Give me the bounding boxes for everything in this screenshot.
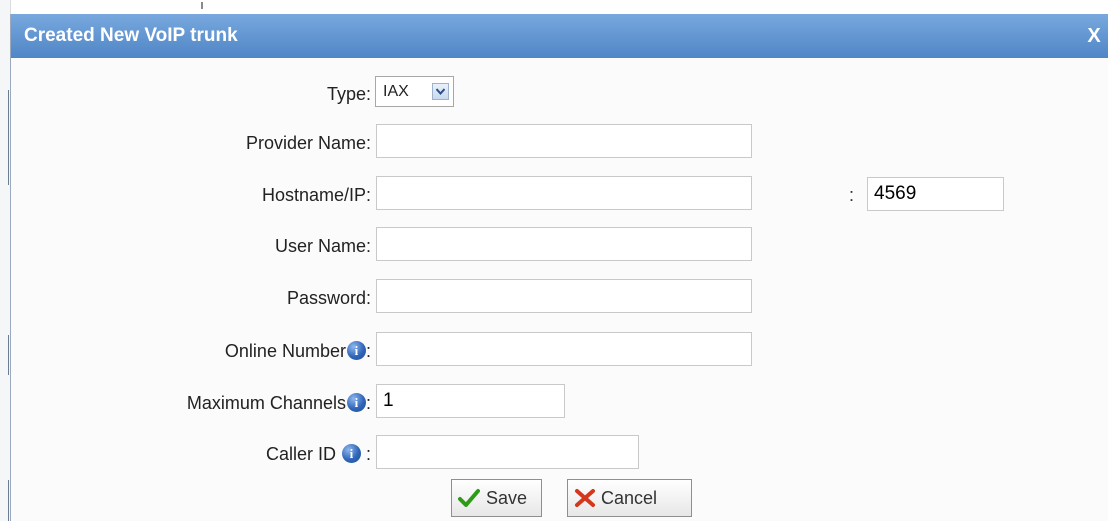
port-input[interactable] [867, 177, 1004, 211]
online-number-label: Online Number [224, 341, 346, 361]
user-name-input[interactable] [376, 227, 752, 261]
online-number-colon: : [365, 341, 371, 361]
info-icon[interactable]: i [346, 393, 366, 412]
max-channels-input[interactable] [376, 384, 565, 418]
close-button[interactable]: X [1083, 23, 1105, 49]
dialog-title: Created New VoIP trunk [24, 25, 238, 46]
port-separator: : [849, 185, 855, 205]
info-icon[interactable]: i [341, 444, 361, 463]
chevron-down-icon[interactable] [432, 83, 449, 100]
max-channels-label-group: Maximum Channels i: [51, 392, 371, 414]
user-name-label: User Name: [274, 236, 371, 256]
caller-id-colon: : [360, 444, 371, 464]
password-label: Password: [286, 288, 371, 308]
caller-id-label-group: Caller ID i : [51, 443, 371, 465]
background-mark [201, 2, 203, 9]
provider-name-label: Provider Name: [245, 133, 371, 153]
save-button-label: Save [486, 488, 528, 508]
max-channels-label: Maximum Channels [186, 393, 346, 413]
max-channels-colon: : [365, 393, 371, 413]
new-voip-trunk-dialog: Created New VoIP trunk X Type: IAX Provi… [10, 14, 1108, 521]
hostname-input[interactable] [376, 176, 752, 210]
cancel-button-label: Cancel [601, 488, 658, 508]
caller-id-label: Caller ID [265, 444, 341, 464]
cancel-x-icon [575, 489, 595, 507]
password-input[interactable] [376, 279, 752, 313]
online-number-input[interactable] [376, 332, 752, 366]
caller-id-input[interactable] [376, 435, 639, 469]
save-button[interactable]: Save [451, 479, 542, 517]
type-label: Type: [326, 84, 371, 104]
hostname-label: Hostname/IP: [261, 185, 371, 205]
type-select[interactable]: IAX [375, 76, 454, 107]
provider-name-input[interactable] [376, 124, 752, 158]
dialog-titlebar: Created New VoIP trunk X [11, 14, 1108, 58]
info-icon[interactable]: i [346, 341, 366, 360]
online-number-label-group: Online Number i: [51, 340, 371, 362]
cancel-button[interactable]: Cancel [567, 479, 692, 517]
type-select-value: IAX [383, 83, 409, 100]
checkmark-icon [458, 489, 480, 507]
